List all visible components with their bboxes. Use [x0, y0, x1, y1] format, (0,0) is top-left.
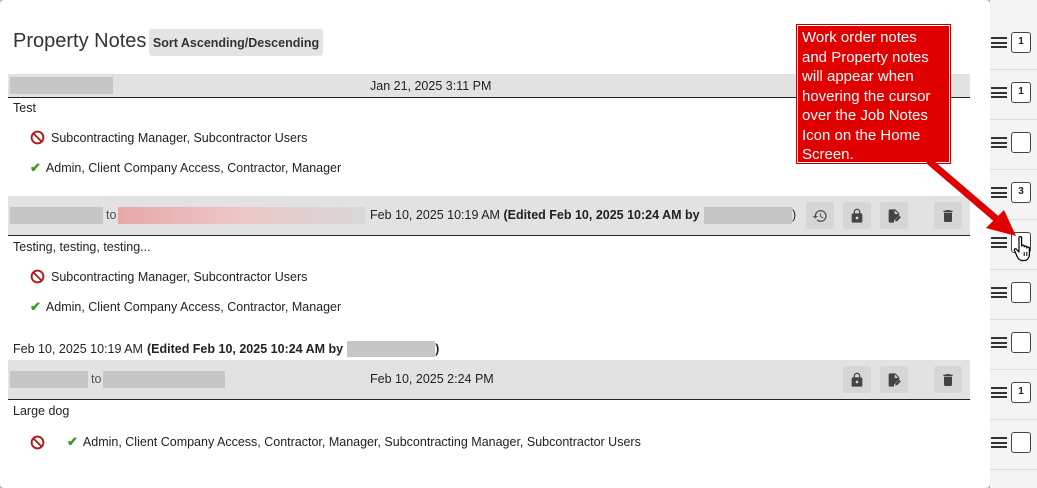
- allowed-roles-text: Admin, Client Company Access, Contractor…: [45, 300, 342, 314]
- menu-lines-icon: [991, 187, 1007, 198]
- redacted-editor: [704, 207, 792, 224]
- job-notes-icon[interactable]: 1: [1011, 82, 1031, 103]
- history-button[interactable]: [806, 202, 834, 229]
- note-footer-timestamp: Feb 10, 2025 10:19 AM (Edited Feb 10, 20…: [13, 341, 440, 357]
- denied-roles-text: Subcontracting Manager, Subcontractor Us…: [51, 130, 308, 145]
- edit-note-button[interactable]: [880, 202, 908, 229]
- history-icon: [812, 209, 827, 222]
- trash-icon: [943, 373, 953, 386]
- edit-note-icon: [888, 208, 901, 223]
- job-notes-icon[interactable]: [1011, 332, 1031, 353]
- job-notes-row[interactable]: [990, 270, 1037, 320]
- job-notes-icon[interactable]: 3: [1011, 182, 1031, 203]
- redacted-recipient: [118, 207, 365, 224]
- roles-row: ✔ Admin, Client Company Access, Contract…: [30, 434, 641, 450]
- job-notes-row[interactable]: 3: [990, 170, 1037, 220]
- job-notes-icon[interactable]: 1: [1011, 382, 1031, 403]
- note-text: Large dog: [13, 404, 70, 418]
- to-label: to: [91, 372, 102, 386]
- menu-lines-icon: [991, 337, 1007, 348]
- edit-note-icon: [888, 372, 901, 387]
- hand-cursor-icon: [1013, 236, 1030, 262]
- menu-lines-icon: [991, 37, 1007, 48]
- job-notes-icon[interactable]: [1011, 132, 1031, 153]
- job-notes-icon[interactable]: [1011, 282, 1031, 303]
- allowed-roles: ✔ Admin, Client Company Access, Contract…: [30, 160, 341, 176]
- denied-roles-text: Subcontracting Manager, Subcontractor Us…: [51, 269, 308, 284]
- sort-toggle-button[interactable]: Sort Ascending/Descending: [149, 29, 323, 56]
- prohibited-icon: [30, 130, 45, 145]
- job-notes-row[interactable]: [990, 420, 1037, 470]
- menu-lines-icon: [991, 437, 1007, 448]
- job-notes-icon[interactable]: [1011, 432, 1031, 453]
- lock-icon: [851, 372, 863, 387]
- menu-lines-icon: [991, 387, 1007, 398]
- redacted-recipient: [103, 371, 225, 388]
- menu-lines-icon: [991, 137, 1007, 148]
- note-timestamp: Jan 21, 2025 3:11 PM: [370, 79, 492, 93]
- allowed-roles-text: Admin, Client Company Access, Contractor…: [82, 435, 641, 449]
- redacted-author: [10, 207, 103, 224]
- job-notes-row[interactable]: 1: [990, 20, 1037, 70]
- allowed-roles: ✔ Admin, Client Company Access, Contract…: [30, 299, 341, 315]
- note-timestamp: Feb 10, 2025 2:24 PM: [370, 372, 494, 386]
- menu-lines-icon: [991, 287, 1007, 298]
- annotation-callout: Work order notes and Property notes will…: [797, 25, 950, 163]
- job-notes-row[interactable]: [990, 220, 1037, 270]
- redacted-author: [10, 77, 113, 94]
- note-header: to Feb 10, 2025 10:19 AM (Edited Feb 10,…: [8, 196, 970, 236]
- prohibited-icon: [30, 269, 45, 284]
- job-notes-row[interactable]: [990, 320, 1037, 370]
- denied-roles: Subcontracting Manager, Subcontractor Us…: [30, 130, 307, 145]
- prohibited-icon: [30, 435, 45, 449]
- job-notes-row[interactable]: [990, 120, 1037, 170]
- lock-button[interactable]: [843, 366, 871, 393]
- lock-icon: [851, 208, 863, 223]
- checkmark-icon: ✔: [30, 160, 41, 175]
- edited-close: ): [792, 208, 797, 222]
- note-header: to Feb 10, 2025 2:24 PM: [8, 360, 970, 400]
- denied-roles: Subcontracting Manager, Subcontractor Us…: [30, 269, 307, 284]
- checkmark-icon: ✔: [30, 299, 41, 314]
- menu-lines-icon: [991, 87, 1007, 98]
- job-notes-sidebar: 1 1 3 1: [990, 0, 1037, 488]
- lock-button[interactable]: [843, 202, 871, 229]
- trash-icon: [943, 209, 953, 222]
- job-notes-icon[interactable]: 1: [1011, 32, 1031, 53]
- edit-note-button[interactable]: [880, 366, 908, 393]
- note-text: Test: [13, 101, 36, 115]
- allowed-roles-text: Admin, Client Company Access, Contractor…: [45, 161, 342, 175]
- redacted-author: [10, 371, 88, 388]
- checkmark-icon: ✔: [67, 434, 78, 449]
- redacted-editor: [347, 341, 436, 357]
- note-timestamp: Feb 10, 2025 10:19 AM (Edited Feb 10, 20…: [370, 208, 700, 222]
- panel-title: Property Notes: [13, 30, 147, 52]
- menu-lines-icon: [991, 237, 1007, 248]
- note-text: Testing, testing, testing...: [13, 240, 151, 254]
- delete-note-button[interactable]: [934, 366, 962, 393]
- delete-note-button[interactable]: [934, 202, 962, 229]
- to-label: to: [106, 208, 117, 222]
- job-notes-row[interactable]: 1: [990, 370, 1037, 420]
- job-notes-row[interactable]: 1: [990, 70, 1037, 120]
